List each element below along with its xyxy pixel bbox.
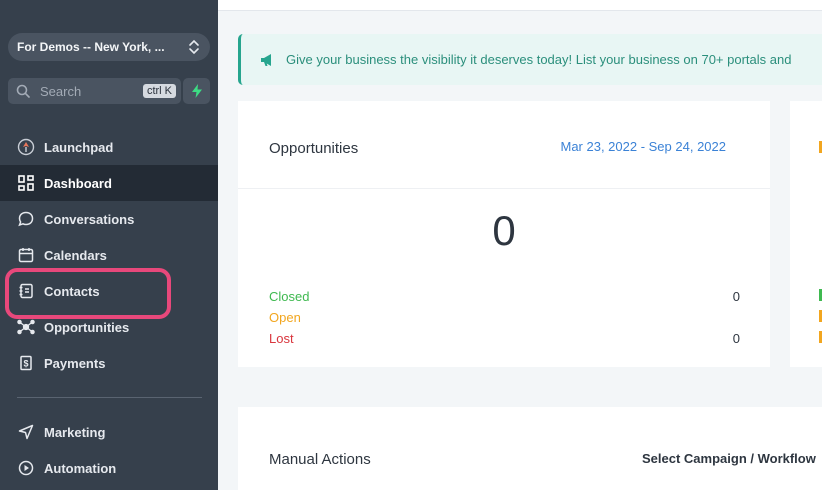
sidebar-item-automation[interactable]: Automation <box>0 450 218 486</box>
sidebar-divider <box>17 397 202 398</box>
sidebar-item-dashboard[interactable]: Dashboard <box>0 165 218 201</box>
card-divider <box>238 188 770 189</box>
network-icon <box>17 318 35 336</box>
search-shortcut-badge: ctrl K <box>142 84 176 98</box>
sidebar-item-launchpad[interactable]: Launchpad <box>0 129 218 165</box>
sidebar-item-conversations[interactable]: Conversations <box>0 201 218 237</box>
sidebar-item-label: Calendars <box>44 247 107 263</box>
sidebar-item-label: Automation <box>44 460 117 476</box>
sidebar-item-label: Dashboard <box>44 175 112 191</box>
status-label: Lost <box>269 331 294 346</box>
opportunities-card: Opportunities Mar 23, 2022 - Sep 24, 202… <box>238 101 770 367</box>
sidebar-item-payments[interactable]: $ Payments <box>0 345 218 381</box>
contacts-highlight-annotation <box>5 268 171 319</box>
status-row-open: Open <box>269 310 740 325</box>
search-icon <box>16 84 30 98</box>
dollar-receipt-icon: $ <box>17 354 35 372</box>
lightning-bolt-icon <box>191 84 202 98</box>
sidebar-item-marketing[interactable]: Marketing <box>0 414 218 450</box>
manual-actions-card: Manual Actions Select Campaign / Workflo… <box>238 407 822 490</box>
status-value: 0 <box>732 331 740 346</box>
select-campaign-workflow-dropdown[interactable]: Select Campaign / Workflow <box>642 451 816 466</box>
search-placeholder: Search <box>40 83 82 99</box>
quick-actions-button[interactable] <box>183 78 210 104</box>
status-label: Open <box>269 310 301 325</box>
automation-icon <box>17 459 35 477</box>
status-label: Closed <box>269 289 310 304</box>
date-range-picker[interactable]: Mar 23, 2022 - Sep 24, 2022 <box>560 139 726 154</box>
chevron-up-down-icon <box>189 39 199 55</box>
card-title: Manual Actions <box>269 451 371 468</box>
sidebar: For Demos -- New York, ... Search ctrl K <box>0 0 218 490</box>
app-root: For Demos -- New York, ... Search ctrl K <box>0 0 822 490</box>
calendar-icon <box>17 246 35 264</box>
sidebar-item-label: Launchpad <box>44 139 114 155</box>
card-title: Opportunities <box>269 140 359 157</box>
secondary-card-partial <box>790 101 822 367</box>
top-bar <box>218 0 822 11</box>
grid-icon <box>17 174 35 192</box>
status-row-lost: Lost 0 <box>269 331 740 346</box>
status-row-closed: Closed 0 <box>269 289 740 304</box>
status-value: 0 <box>732 289 740 304</box>
send-icon <box>17 423 35 441</box>
promo-banner[interactable]: Give your business the visibility it des… <box>238 34 822 85</box>
megaphone-icon <box>261 53 271 66</box>
sidebar-item-label: Opportunities <box>44 319 130 335</box>
svg-text:$: $ <box>23 359 28 369</box>
banner-text: Give your business the visibility it des… <box>286 52 792 67</box>
sidebar-item-label: Payments <box>44 355 106 371</box>
rocket-icon <box>17 138 35 156</box>
location-name: For Demos -- New York, ... <box>17 40 165 54</box>
chat-bubble-icon <box>17 210 35 228</box>
sidebar-item-label: Conversations <box>44 211 135 227</box>
sidebar-item-label: Marketing <box>44 424 106 440</box>
opportunities-total: 0 <box>492 207 516 254</box>
search-input[interactable]: Search ctrl K <box>8 78 181 104</box>
location-switcher[interactable]: For Demos -- New York, ... <box>8 33 210 61</box>
